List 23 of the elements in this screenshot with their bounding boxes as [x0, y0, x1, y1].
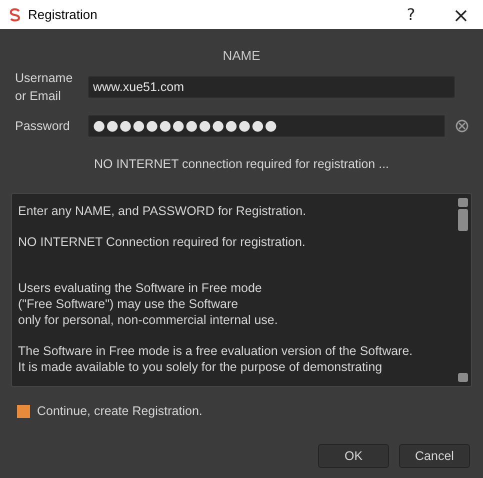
window-title: Registration	[28, 7, 98, 22]
section-heading: NAME	[222, 48, 262, 63]
terms-line: Users evaluating the Software in Free mode	[18, 280, 263, 296]
terms-line: only for personal, non-commercial internal use.	[18, 312, 279, 328]
password-field[interactable]: ●●●●●●●●●●●●●●	[88, 115, 445, 137]
field-label: Password	[15, 118, 71, 135]
terms-line: NO INTERNET Connection required for registration.	[18, 234, 306, 250]
username-field[interactable]: www.xue51.com	[88, 76, 455, 98]
notice-text: NO INTERNET connection required for registration ...	[92, 157, 390, 171]
scrollbar[interactable]	[458, 198, 468, 382]
checkbox-label[interactable]: Continue, create Registration.	[37, 404, 202, 418]
clear-icon[interactable]	[455, 119, 469, 133]
terms-line: ("Free Software") may use the Software	[18, 296, 240, 312]
field-label: Username or Email	[15, 70, 74, 105]
terms-line: Enter any NAME, and PASSWORD for Registration.	[18, 203, 308, 219]
terms-line: It is made available to you solely for the purpose of demonstrating	[18, 359, 384, 375]
help-button[interactable]: ?	[389, 0, 433, 28]
terms-line: The Software in Free mode is a free evaluation version of the Software.	[18, 343, 414, 359]
dialog-button[interactable]: Cancel	[399, 444, 470, 468]
checkbox[interactable]	[17, 404, 30, 418]
close-button[interactable]: ×	[439, 0, 483, 28]
app-logo-icon	[8, 8, 22, 22]
dialog-button[interactable]: OK	[318, 444, 389, 468]
